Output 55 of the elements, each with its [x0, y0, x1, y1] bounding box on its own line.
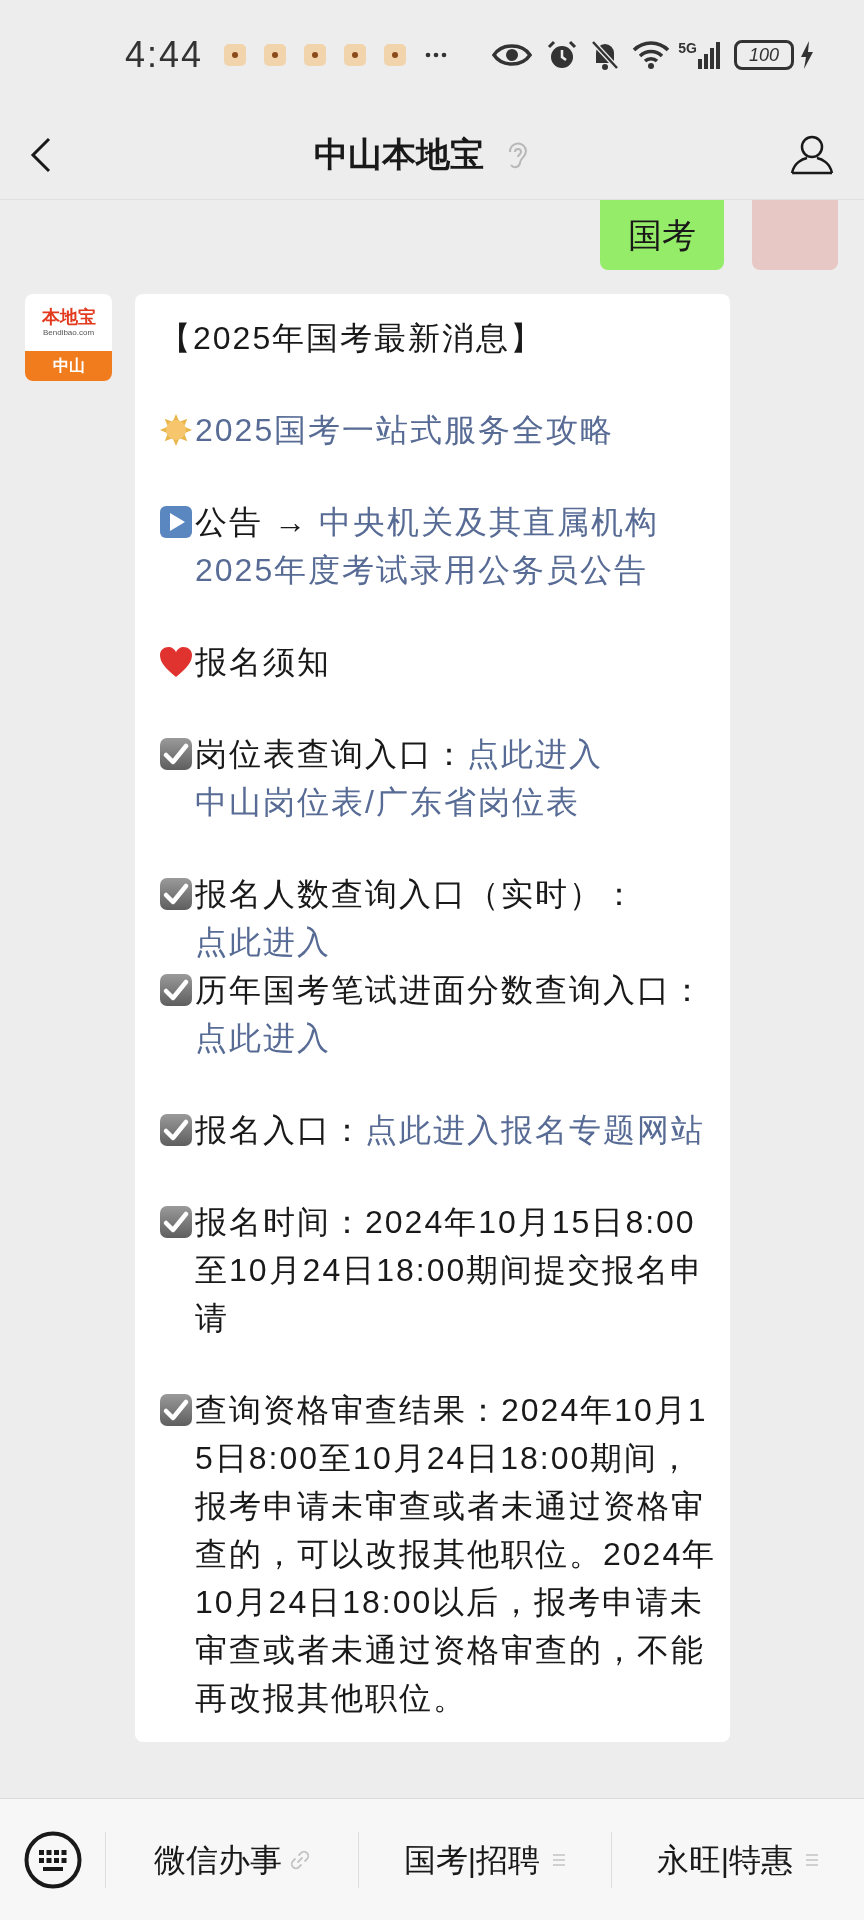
message-link[interactable]: 点此进入	[195, 918, 331, 966]
battery-indicator: 100	[734, 40, 794, 70]
message-link[interactable]: 2025年度考试录用公务员公告	[195, 546, 649, 594]
app-notification-icon	[304, 44, 327, 66]
sent-message-bubble: 国考	[600, 200, 724, 270]
message-link[interactable]: 点此进入	[195, 1014, 331, 1062]
message-paragraph: 查询资格审查结果：2024年10月15日8:00至10月24日18:00期间，报考申请未审查或者未通过资格审查的，可以改报其他职位。2024年10月24日18:00以后，报考申请未审查或者未通过资格审查的，不能再改报其他职位。	[195, 1391, 718, 1718]
network-type: 5G	[678, 41, 697, 55]
avatar-city: 中山	[52, 358, 85, 374]
message-link[interactable]: 点此进入报名专题网站	[365, 1106, 705, 1154]
message-link[interactable]: 点此进入	[467, 730, 603, 778]
app-notification-icon	[264, 44, 287, 66]
chat-title: 中山本地宝	[314, 134, 484, 175]
sun-icon	[159, 413, 193, 447]
back-icon[interactable]	[30, 136, 52, 173]
message-paragraph: 【2025年国考最新消息】	[159, 319, 545, 358]
message-paragraph: 报名人数查询入口（实时）： 点此进入	[195, 870, 720, 966]
wifi-icon	[632, 40, 671, 70]
menu-tab[interactable]: 微信办事	[106, 1835, 358, 1884]
message-paragraph: 报名时间：2024年10月15日8:00至10月24日18:00期间提交报名申请	[195, 1203, 706, 1338]
menu-tab[interactable]: 永旺|特惠	[612, 1835, 864, 1884]
message-paragraph: 报名须知	[195, 643, 331, 682]
app-notification-icon	[224, 44, 247, 66]
alarm-icon	[546, 39, 579, 71]
clock-time: 4:44	[125, 33, 204, 77]
app-notification-icon	[344, 44, 367, 66]
muted-bell-icon	[590, 39, 621, 71]
ear-icon	[506, 139, 528, 170]
checkmark-icon	[159, 1113, 193, 1147]
message-paragraph: 报名入口：点此进入报名专题网站	[195, 1106, 705, 1154]
message-paragraph: 历年国考笔试进面分数查询入口： 点此进入	[195, 966, 720, 1062]
menu-icon	[552, 1852, 567, 1867]
keyboard-icon[interactable]	[23, 1830, 82, 1889]
more-icon	[425, 52, 448, 58]
checkmark-icon	[159, 973, 193, 1007]
link-icon	[290, 1849, 310, 1870]
message-paragraph: 公告 → 中央机关及其直属机构 2025年度考试录用公务员公告	[195, 498, 720, 594]
avatar-brand: 本地宝	[41, 308, 96, 326]
eye-icon	[492, 42, 533, 68]
avatar-site: Bendibao.com	[42, 329, 95, 337]
checkmark-icon	[159, 1393, 193, 1427]
message-link[interactable]: 中央机关及其直属机构	[318, 498, 659, 546]
message-link[interactable]: 中山岗位表/广东省岗位表	[195, 778, 580, 826]
message-link[interactable]: 2025国考一站式服务全攻略	[195, 406, 615, 454]
profile-icon[interactable]	[790, 134, 834, 175]
menu-tab[interactable]: 国考|招聘	[359, 1835, 611, 1884]
menu-icon	[805, 1852, 820, 1867]
checkmark-icon	[159, 737, 193, 771]
checkmark-icon	[159, 877, 193, 911]
play-icon	[159, 505, 193, 539]
heart-icon	[159, 646, 193, 678]
message-paragraph: 岗位表查询入口：点此进入 中山岗位表/广东省岗位表	[195, 730, 720, 826]
signal-icon	[698, 41, 722, 69]
app-notification-icon	[384, 44, 407, 66]
checkmark-icon	[159, 1205, 193, 1239]
